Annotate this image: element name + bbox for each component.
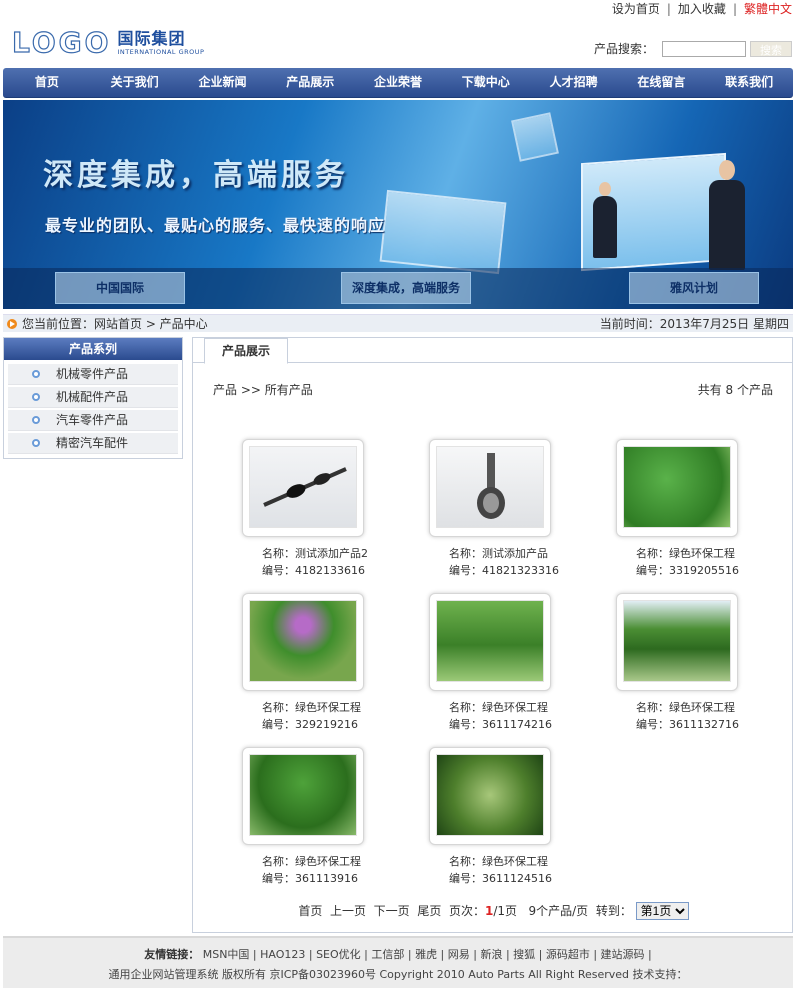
- copyright: 通用企业网站管理系统 版权所有 京ICP备03023960号 Copyright…: [108, 968, 688, 981]
- sidebar-item-mechanical-accessories[interactable]: 机械配件产品: [8, 387, 178, 408]
- product-name: 名称：绿色环保工程: [636, 701, 735, 714]
- logo-subtitle: INTERNATIONAL GROUP: [117, 48, 205, 56]
- banner-panel-small: [511, 112, 559, 162]
- product-card[interactable]: 名称：绿色环保工程 编号：3319205516: [616, 439, 776, 579]
- banner-thumb-3[interactable]: 雅风计划: [629, 272, 759, 304]
- tab-product-display[interactable]: 产品展示: [204, 338, 288, 364]
- product-name: 名称：测试添加产品2: [262, 547, 368, 560]
- product-card[interactable]: 名称：绿色环保工程 编号：361113916: [242, 747, 402, 887]
- nav-downloads[interactable]: 下载中心: [442, 68, 530, 97]
- nav-messages[interactable]: 在线留言: [617, 68, 705, 97]
- product-code: 编号：361113916: [262, 872, 358, 885]
- product-code: 编号：329219216: [262, 718, 358, 731]
- logo-mark: LOGO: [11, 26, 112, 59]
- site-footer: 友情链接： MSN中国 | HAO123 | SEO优化 | 工信部 | 雅虎 …: [3, 936, 793, 988]
- sidebar-item-mechanical-parts[interactable]: 机械零件产品: [8, 364, 178, 385]
- product-card[interactable]: 名称：绿色环保工程 编号：3611132716: [616, 593, 776, 733]
- product-card[interactable]: 名称：测试添加产品 编号：41821323316: [429, 439, 589, 579]
- friend-links-label: 友情链接：: [144, 948, 200, 961]
- last-page-link[interactable]: 尾页: [417, 904, 441, 918]
- banner-thumb-2[interactable]: 深度集成，高端服务: [341, 272, 471, 304]
- site-logo[interactable]: LOGO 国际集团 INTERNATIONAL GROUP: [11, 26, 205, 59]
- product-content: 产品展示 产品 >> 所有产品 共有 8 个产品 名称：测试添加产品2 编号：41…: [192, 337, 793, 933]
- pagination: 首页 上一页 下一页 尾页 页次：1/1页 9个产品/页 转到： 第1页: [193, 902, 794, 920]
- nav-contact[interactable]: 联系我们: [705, 68, 793, 97]
- product-card[interactable]: 名称：绿色环保工程 编号：329219216: [242, 593, 402, 733]
- hero-banner: 深度集成，高端服务 最专业的团队、最贴心的服务、最快速的响应 中国国际 深度集成…: [3, 100, 793, 309]
- product-name: 名称：测试添加产品: [449, 547, 548, 560]
- add-favorite-link[interactable]: 加入收藏: [678, 2, 726, 16]
- product-code: 编号：3611174216: [449, 718, 552, 731]
- traditional-chinese-link[interactable]: 繁體中文: [744, 2, 792, 16]
- banner-title: 深度集成，高端服务: [43, 158, 349, 193]
- nav-products[interactable]: 产品展示: [266, 68, 354, 97]
- product-image-trees[interactable]: [623, 446, 731, 528]
- product-image-ivy[interactable]: [436, 754, 544, 836]
- first-page-link[interactable]: 首页: [298, 904, 322, 918]
- total-pages: /1页: [493, 904, 518, 918]
- search-label: 产品搜索：: [594, 42, 655, 56]
- product-name: 名称：绿色环保工程: [636, 547, 735, 560]
- product-code: 编号：3611124516: [449, 872, 552, 885]
- sidebar-title: 产品系列: [4, 338, 182, 360]
- bullet-icon: [32, 416, 40, 424]
- friend-links[interactable]: MSN中国 | HAO123 | SEO优化 | 工信部 | 雅虎 | 网易 |…: [203, 948, 652, 961]
- product-image-trees[interactable]: [249, 754, 357, 836]
- product-category-sidebar: 产品系列 机械零件产品 机械配件产品 汽车零件产品 精密汽车配件: [3, 337, 183, 459]
- product-name: 名称：绿色环保工程: [262, 701, 361, 714]
- nav-jobs[interactable]: 人才招聘: [530, 68, 618, 97]
- per-page: 9个产品/页: [528, 904, 589, 918]
- next-page-link[interactable]: 下一页: [374, 904, 410, 918]
- current-date: 当前时间：2013年7月25日 星期四: [599, 317, 789, 331]
- banner-person-woman: [709, 180, 745, 270]
- nav-honors[interactable]: 企业荣誉: [354, 68, 442, 97]
- product-card[interactable]: 名称：绿色环保工程 编号：3611124516: [429, 747, 589, 887]
- product-image-drive-shaft[interactable]: [249, 446, 357, 528]
- page-select[interactable]: 第1页: [635, 902, 689, 920]
- bullet-icon: [32, 439, 40, 447]
- page-label: 页次：: [448, 904, 485, 918]
- nav-news[interactable]: 企业新闻: [179, 68, 267, 97]
- banner-thumb-1[interactable]: 中国国际: [55, 272, 185, 304]
- breadcrumb: 您当前位置：网站首页 > 产品中心: [22, 317, 208, 331]
- goto-label: 转到：: [595, 904, 632, 918]
- top-links: 设为首页 | 加入收藏 | 繁體中文: [611, 2, 792, 16]
- product-image-trees[interactable]: [623, 600, 731, 682]
- bullet-icon: [32, 393, 40, 401]
- product-code: 编号：41821323316: [449, 564, 559, 577]
- product-name: 名称：绿色环保工程: [449, 701, 548, 714]
- breadcrumb-bar: 您当前位置：网站首页 > 产品中心 当前时间：2013年7月25日 星期四: [3, 314, 793, 332]
- product-card[interactable]: 名称：绿色环保工程 编号：3611174216: [429, 593, 589, 733]
- location-arrow-icon: [7, 318, 17, 329]
- nav-home[interactable]: 首页: [3, 68, 91, 97]
- sidebar-item-auto-parts[interactable]: 汽车零件产品: [8, 410, 178, 431]
- banner-person-head-2: [599, 182, 611, 196]
- product-name: 名称：绿色环保工程: [262, 855, 361, 868]
- nav-about[interactable]: 关于我们: [91, 68, 179, 97]
- main-nav: 首页 关于我们 企业新闻 产品展示 企业荣誉 下载中心 人才招聘 在线留言 联系…: [3, 68, 793, 98]
- bullet-icon: [32, 370, 40, 378]
- banner-person-head: [719, 160, 735, 180]
- product-name: 名称：绿色环保工程: [449, 855, 548, 868]
- product-image-cv-joint[interactable]: [436, 446, 544, 528]
- search-button[interactable]: 搜索: [750, 40, 793, 57]
- product-card[interactable]: 名称：测试添加产品2 编号：4182133616: [242, 439, 402, 579]
- banner-person-man: [593, 196, 617, 258]
- set-homepage-link[interactable]: 设为首页: [612, 2, 660, 16]
- prev-page-link[interactable]: 上一页: [330, 904, 366, 918]
- product-search: 产品搜索： 搜索: [594, 40, 793, 57]
- product-image-trees[interactable]: [249, 600, 357, 682]
- sidebar-item-precision-auto-parts[interactable]: 精密汽车配件: [8, 433, 178, 454]
- product-path: 产品 >> 所有产品: [213, 383, 313, 397]
- product-code: 编号：3611132716: [636, 718, 739, 731]
- product-code: 编号：3319205516: [636, 564, 739, 577]
- logo-name: 国际集团: [117, 29, 186, 48]
- banner-panel-mid: [379, 189, 507, 275]
- banner-subtitle: 最专业的团队、最贴心的服务、最快速的响应: [45, 216, 386, 235]
- product-count: 共有 8 个产品: [697, 383, 773, 397]
- product-image-trees[interactable]: [436, 600, 544, 682]
- search-input[interactable]: [662, 40, 747, 57]
- product-code: 编号：4182133616: [262, 564, 365, 577]
